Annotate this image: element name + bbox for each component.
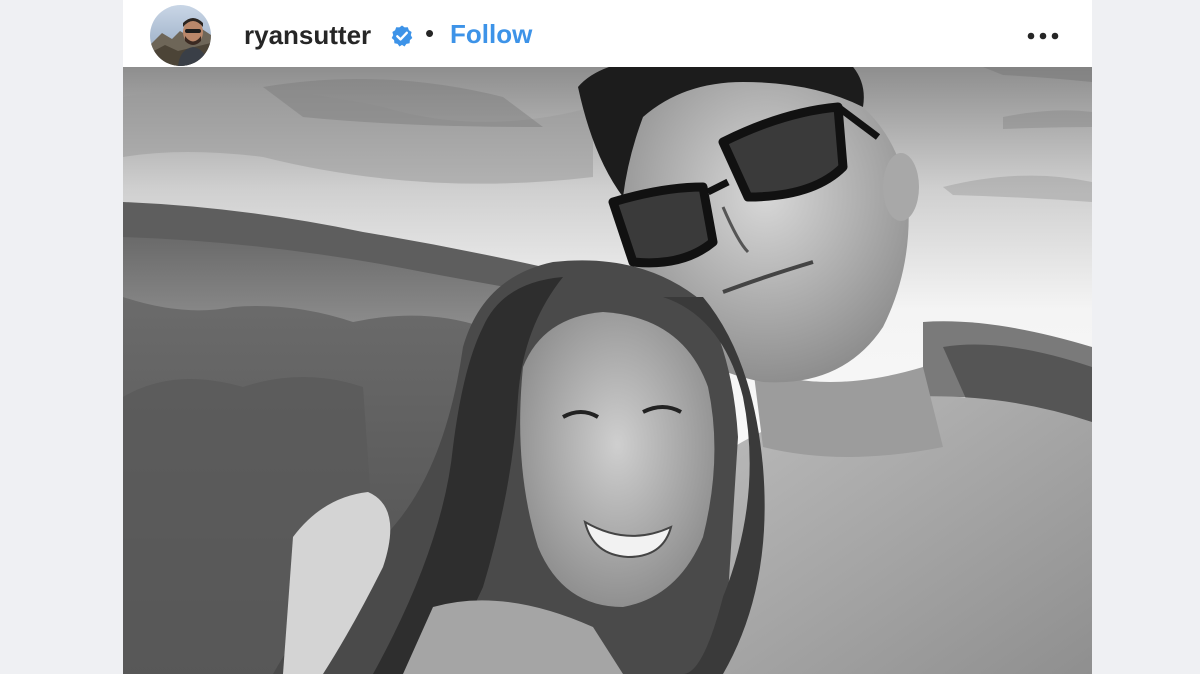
more-options-icon[interactable] [1023,22,1063,50]
post-card: ryansutter • Follow [123,0,1092,674]
avatar-image [150,5,211,66]
separator-dot: • [425,18,435,48]
avatar[interactable] [150,5,211,66]
post-photo[interactable] [123,67,1092,674]
username[interactable]: ryansutter [244,18,371,52]
follow-button[interactable]: Follow [450,17,532,51]
post-header: ryansutter • Follow [123,0,1092,67]
verified-badge-icon [391,25,413,47]
